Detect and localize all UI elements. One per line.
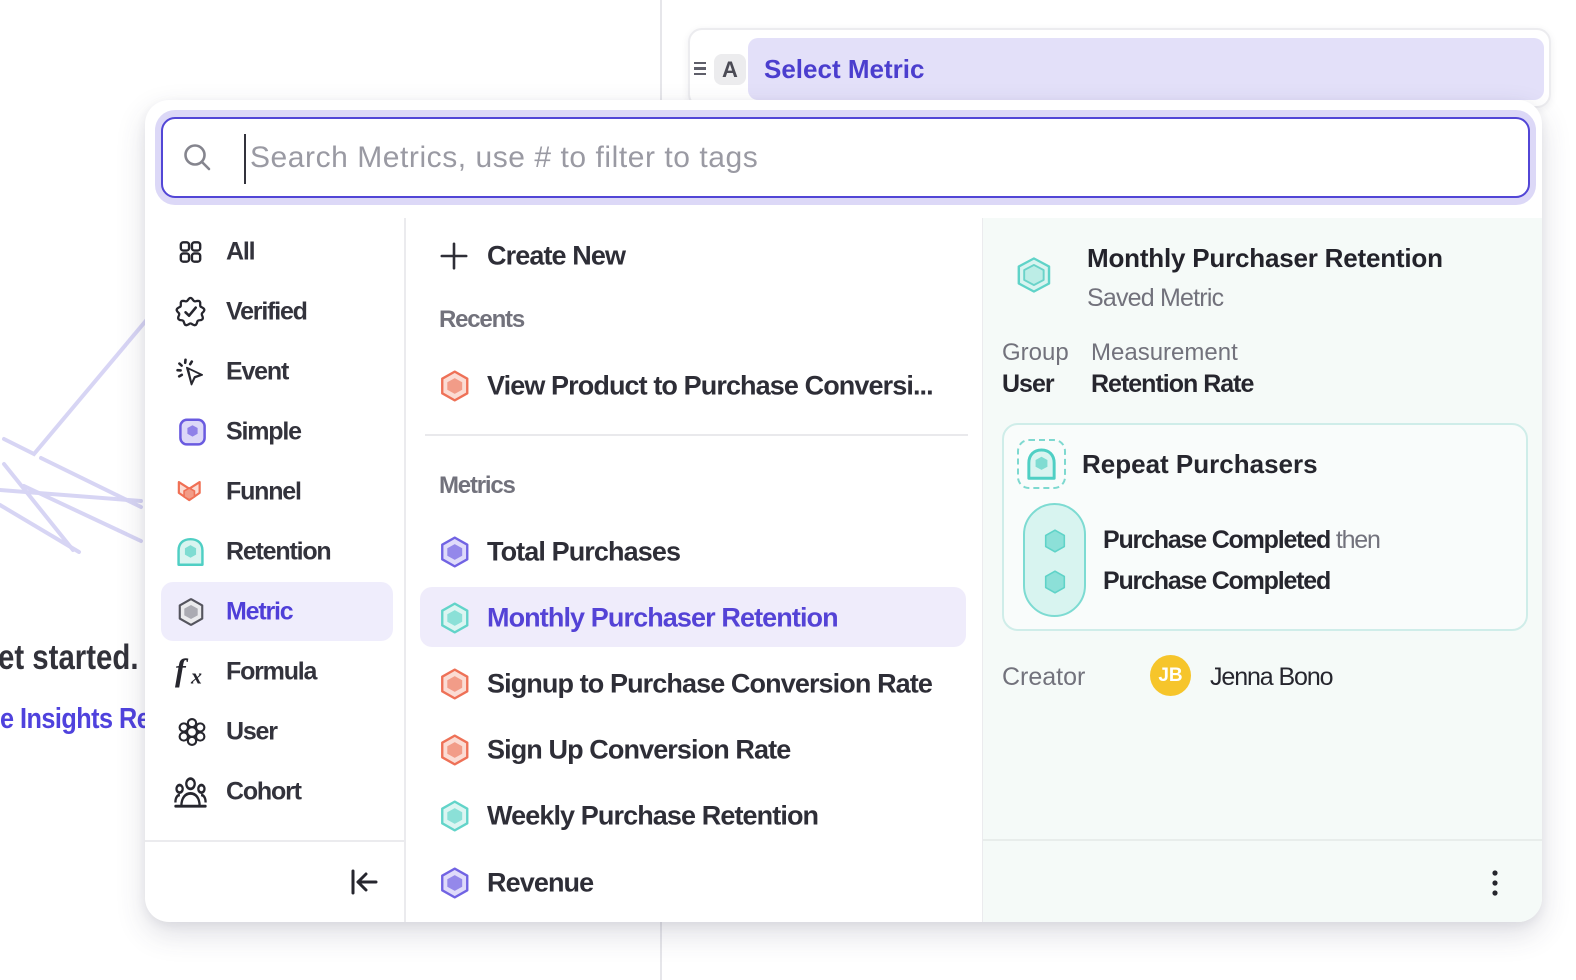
- svg-text:f: f: [175, 656, 189, 688]
- svg-text:x: x: [190, 664, 202, 689]
